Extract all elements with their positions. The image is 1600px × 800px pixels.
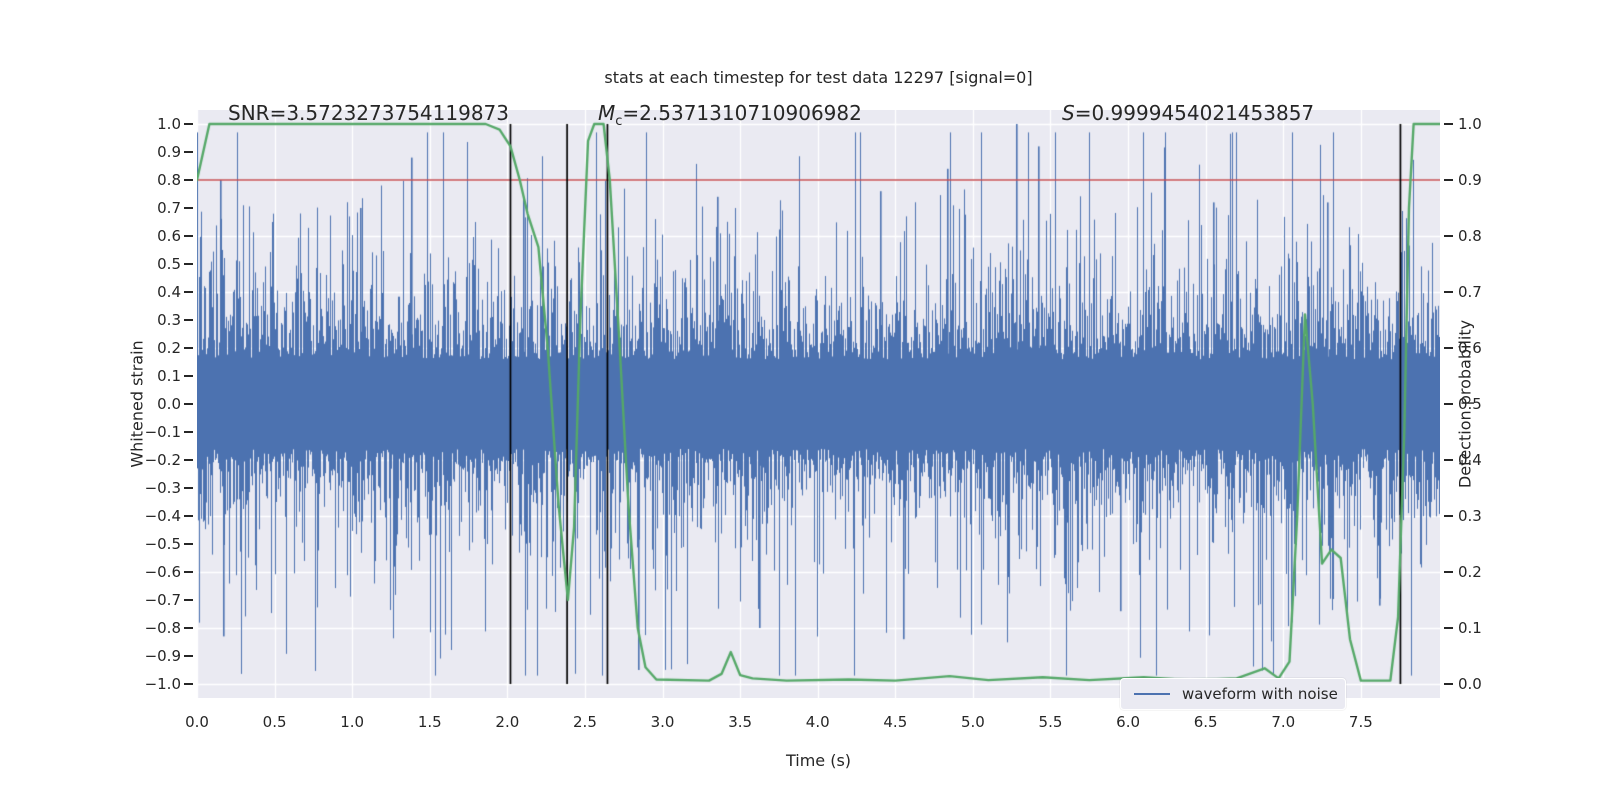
y-tick-label-left: 0.1 [157, 367, 181, 385]
y-tickmark-left [184, 543, 193, 545]
y-tick-label-right: 0.3 [1458, 507, 1482, 525]
legend-label: waveform with noise [1182, 685, 1338, 703]
x-tick-label: 2.5 [573, 713, 597, 731]
y-tick-label-left: −0.1 [144, 423, 181, 441]
y-tick-label-right: 0.2 [1458, 563, 1482, 581]
x-tick-label: 6.5 [1193, 713, 1218, 731]
x-tick-label: 5.5 [1038, 713, 1063, 731]
y-tickmark-right [1444, 123, 1453, 125]
y-tickmark-left [184, 655, 193, 657]
y-tick-label-left: 0.6 [157, 227, 181, 245]
y-tick-label-right: 1.0 [1458, 115, 1482, 133]
y-tick-label-right: 0.1 [1458, 619, 1482, 637]
x-tick-label: 4.5 [883, 713, 908, 731]
y-tickmark-right [1444, 235, 1453, 237]
x-tick-label: 3.5 [728, 713, 753, 731]
y-tickmark-left [184, 627, 193, 629]
x-axis-label: Time (s) [785, 751, 852, 770]
chart-title: stats at each timestep for test data 122… [604, 68, 1033, 87]
y-tickmark-left [184, 347, 193, 349]
y-tick-label-left: 0.5 [157, 255, 181, 273]
y-tick-label-left: −0.6 [144, 563, 181, 581]
y-tickmark-right [1444, 571, 1453, 573]
x-tick-label: 0.5 [262, 713, 287, 731]
mc-prefix: M [598, 101, 616, 125]
annotation-significance: S=0.9999454021453857 [1062, 101, 1314, 125]
x-tick-label: 5.0 [960, 713, 985, 731]
figure: stats at each timestep for test data 122… [0, 0, 1600, 800]
x-tick-label: 1.5 [417, 713, 442, 731]
y-tick-label-right: 0.6 [1458, 339, 1482, 357]
x-tick-label: 1.0 [340, 713, 365, 731]
y-tick-label-right: 0.8 [1458, 227, 1482, 245]
y-tickmark-right [1444, 403, 1453, 405]
s-prefix: S [1062, 101, 1075, 125]
y-tickmark-left [184, 207, 193, 209]
y-tick-label-left: 0.9 [157, 143, 181, 161]
annotation-snr: SNR=3.5723273754119873 [228, 101, 509, 125]
x-tick-label: 7.5 [1348, 713, 1373, 731]
y-tickmark-right [1444, 515, 1453, 517]
y-tick-label-right: 0.4 [1458, 451, 1482, 469]
y-tick-label-left: −0.2 [144, 451, 181, 469]
y-tick-label-left: 0.4 [157, 283, 181, 301]
y-tickmark-left [184, 235, 193, 237]
y-tick-label-left: 0.2 [157, 339, 181, 357]
y-tickmark-left [184, 403, 193, 405]
y-tick-label-right: 0.5 [1458, 395, 1482, 413]
y-tick-label-left: 0.7 [157, 199, 181, 217]
y-tickmark-left [184, 515, 193, 517]
x-tick-label: 4.0 [805, 713, 830, 731]
y-tick-label-left: 1.0 [157, 115, 181, 133]
y-tickmark-right [1444, 459, 1453, 461]
y-tickmark-left [184, 431, 193, 433]
legend-line-sample [1134, 693, 1170, 695]
y-tick-label-right: 0.7 [1458, 283, 1482, 301]
y-tickmark-right [1444, 179, 1453, 181]
y-tick-label-left: 0.3 [157, 311, 181, 329]
y-tickmark-left [184, 599, 193, 601]
mc-value: =2.5371310710906982 [622, 101, 862, 125]
y-tick-label-left: −0.9 [144, 647, 181, 665]
snr-prefix: SNR [228, 101, 270, 125]
y-tickmark-left [184, 179, 193, 181]
snr-value: =3.5723273754119873 [269, 101, 509, 125]
x-tick-label: 2.0 [495, 713, 520, 731]
y-tickmark-left [184, 151, 193, 153]
y-tickmark-right [1444, 291, 1453, 293]
y-tick-label-left: 0.0 [157, 395, 181, 413]
y-axis-label-left: Whitened strain [127, 340, 147, 468]
y-tick-label-left: 0.8 [157, 171, 181, 189]
y-tick-label-left: −0.3 [144, 479, 181, 497]
y-tickmark-right [1444, 347, 1453, 349]
y-tickmark-left [184, 571, 193, 573]
y-tickmark-right [1444, 683, 1453, 685]
y-tick-label-left: −1.0 [144, 675, 181, 693]
y-tickmark-left [184, 375, 193, 377]
x-tick-label: 0.0 [185, 713, 209, 731]
y-tick-label-left: −0.8 [144, 619, 181, 637]
legend: waveform with noise [1120, 678, 1346, 710]
s-value: =0.9999454021453857 [1074, 101, 1315, 125]
y-tick-label-left: −0.7 [144, 591, 181, 609]
y-tickmark-left [184, 459, 193, 461]
x-tick-label: 7.0 [1271, 713, 1296, 731]
y-tickmark-left [184, 683, 193, 685]
y-tick-label-right: 0.9 [1458, 171, 1482, 189]
chart-canvas [197, 110, 1440, 698]
y-tickmark-left [184, 123, 193, 125]
y-tick-label-right: 0.0 [1458, 675, 1482, 693]
y-tickmark-left [184, 291, 193, 293]
x-tick-label: 6.0 [1116, 713, 1141, 731]
y-tickmark-left [184, 487, 193, 489]
y-tickmark-left [184, 319, 193, 321]
y-tickmark-right [1444, 627, 1453, 629]
y-tick-label-left: −0.5 [144, 535, 181, 553]
y-tickmark-left [184, 263, 193, 265]
annotation-chirp-mass: Mc=2.5371310710906982 [598, 101, 862, 129]
y-tick-label-left: −0.4 [144, 507, 181, 525]
x-tick-label: 3.0 [650, 713, 675, 731]
